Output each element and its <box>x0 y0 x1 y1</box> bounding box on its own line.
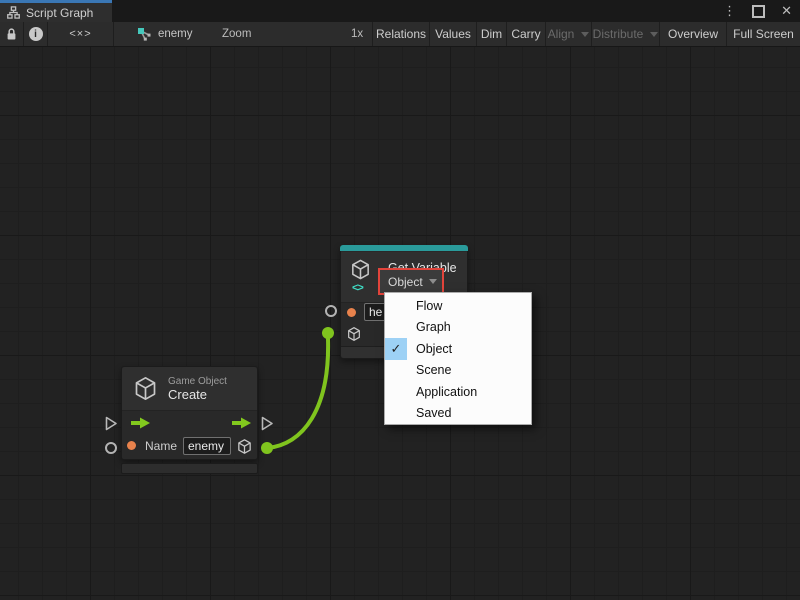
flow-in-port-triangle[interactable] <box>105 416 118 431</box>
flow-out-port-triangle[interactable] <box>261 416 274 431</box>
variable-accent-bar <box>340 245 468 251</box>
values-label: Values <box>435 27 471 41</box>
graph-icon <box>7 6 20 19</box>
fullscreen-button[interactable]: Full Screen <box>726 22 800 46</box>
window-controls: ⋮ ✕ <box>723 0 792 22</box>
distribute-button[interactable]: Distribute <box>591 22 659 46</box>
lock-button[interactable] <box>0 22 23 46</box>
graph-canvas[interactable]: Game Object Create Name <box>0 47 800 600</box>
unit-options-button[interactable]: <×> <box>47 22 113 46</box>
menu-item-label: Graph <box>416 320 451 334</box>
dim-label: Dim <box>481 27 502 41</box>
values-button[interactable]: Values <box>429 22 476 46</box>
info-icon: i <box>29 27 43 41</box>
menu-item-scene[interactable]: Scene <box>385 360 531 382</box>
target-object-cube-icon[interactable] <box>346 326 362 342</box>
menu-item-label: Saved <box>416 406 451 420</box>
graph-pointer-icon <box>137 27 152 41</box>
target-object-port-connected[interactable] <box>322 327 334 339</box>
window-menu-icon[interactable]: ⋮ <box>723 3 736 19</box>
lock-icon <box>5 27 18 41</box>
caret-down-icon <box>429 279 437 284</box>
variable-name-port-ring[interactable] <box>325 305 337 317</box>
variable-angle-icon: <> <box>352 282 363 294</box>
variable-cube-icon <box>349 258 372 281</box>
zoom-value: 1x <box>351 22 363 46</box>
variable-scope-dropdown[interactable]: Object <box>378 268 444 295</box>
create-node-header: Game Object Create <box>122 367 257 411</box>
dim-button[interactable]: Dim <box>476 22 506 46</box>
align-label: Align <box>548 27 575 41</box>
align-button[interactable]: Align <box>545 22 591 46</box>
menu-item-saved[interactable]: Saved <box>385 403 531 425</box>
distribute-label: Distribute <box>593 27 644 41</box>
menu-item-label: Flow <box>416 299 442 313</box>
menu-item-application[interactable]: Application <box>385 381 531 403</box>
relations-button[interactable]: Relations <box>372 22 429 46</box>
create-node-footer <box>121 463 258 474</box>
create-node-title: Create <box>168 387 227 402</box>
overview-button[interactable]: Overview <box>659 22 726 46</box>
title-bar: Script Graph ⋮ ✕ <box>0 0 800 22</box>
breadcrumb-label: enemy <box>158 28 193 40</box>
gameobject-out-port-connected[interactable] <box>261 442 273 454</box>
tab-title: Script Graph <box>26 6 93 20</box>
fullscreen-label: Full Screen <box>733 27 794 41</box>
caret-down-icon <box>581 32 589 37</box>
flow-in-arrow-icon[interactable] <box>129 417 151 429</box>
scope-context-menu: Flow Graph ✓ Object Scene Application Sa… <box>384 292 532 425</box>
maximize-icon[interactable] <box>752 5 765 18</box>
name-value-input[interactable] <box>183 437 231 455</box>
tab-script-graph[interactable]: Script Graph <box>0 3 112 22</box>
check-icon: ✓ <box>391 341 402 357</box>
menu-item-label: Scene <box>416 363 451 377</box>
menu-item-label: Application <box>416 385 477 399</box>
game-object-cube-icon <box>132 375 159 402</box>
caret-down-icon <box>650 32 658 37</box>
string-port-dot[interactable] <box>127 441 136 450</box>
menu-item-graph[interactable]: Graph <box>385 317 531 339</box>
node-create-game-object[interactable]: Game Object Create Name <box>121 366 258 460</box>
variable-name-port-dot[interactable] <box>347 308 356 317</box>
graph-breadcrumb[interactable]: enemy <box>113 22 215 46</box>
carry-label: Carry <box>511 27 540 41</box>
menu-item-flow[interactable]: Flow <box>385 295 531 317</box>
menu-item-label: Object <box>416 342 452 356</box>
unity-script-graph-window: { "window": { "tab_title": "Script Graph… <box>0 0 800 600</box>
graph-toolbar: i <×> enemy Zoom 1x Relations Values Dim… <box>0 22 800 47</box>
carry-button[interactable]: Carry <box>506 22 545 46</box>
name-input-port-ring[interactable] <box>105 442 117 454</box>
menu-item-object[interactable]: ✓ Object <box>385 338 531 360</box>
inspect-button[interactable]: i <box>23 22 47 46</box>
gameobject-output-cube-icon[interactable] <box>236 438 253 455</box>
name-port-label: Name <box>145 439 177 453</box>
flow-out-arrow-icon[interactable] <box>230 417 252 429</box>
create-node-category: Game Object <box>168 376 227 387</box>
overview-label: Overview <box>668 27 718 41</box>
scope-value: Object <box>388 275 423 289</box>
zoom-label: Zoom <box>222 22 251 46</box>
code-icon: <×> <box>69 28 91 40</box>
close-icon[interactable]: ✕ <box>781 3 792 19</box>
relations-label: Relations <box>376 27 426 41</box>
